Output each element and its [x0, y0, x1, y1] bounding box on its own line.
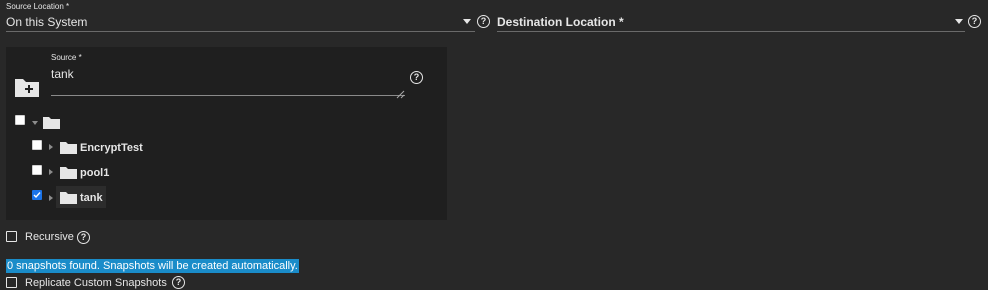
source-location-dropdown-icon[interactable]	[463, 19, 471, 24]
recursive-checkbox[interactable]	[6, 231, 17, 242]
replicate-custom-help-icon[interactable]: ?	[172, 276, 185, 289]
tree-item-label[interactable]: pool1	[80, 167, 109, 179]
snapshot-info: 0 snapshots found. Snapshots will be cre…	[6, 259, 299, 273]
expand-arrow-icon[interactable]	[32, 121, 38, 125]
expand-arrow-icon[interactable]	[49, 144, 53, 150]
tree-item-checkbox[interactable]	[32, 190, 42, 200]
expand-arrow-icon[interactable]	[49, 195, 53, 201]
folder-icon	[60, 166, 77, 184]
tree-item-label[interactable]: tank	[80, 192, 103, 204]
tree-item-checkbox[interactable]	[32, 165, 42, 175]
folder-icon	[60, 191, 77, 209]
resize-grip-icon[interactable]	[396, 86, 405, 104]
destination-location-placeholder[interactable]: Destination Location *	[497, 15, 624, 29]
source-field-underline	[51, 95, 405, 96]
folder-icon	[60, 141, 77, 159]
expand-arrow-icon[interactable]	[49, 169, 53, 175]
recursive-help-icon[interactable]: ?	[77, 231, 90, 244]
source-location-label: Source Location *	[6, 2, 70, 11]
source-location-value[interactable]: On this System	[6, 15, 87, 29]
recursive-label[interactable]: Recursive	[25, 231, 74, 243]
destination-location-dropdown-icon[interactable]	[955, 19, 963, 24]
folder-add-icon[interactable]	[14, 76, 40, 103]
tree-item-label[interactable]: EncryptTest	[80, 142, 143, 154]
destination-location-help-icon[interactable]: ?	[968, 15, 981, 28]
folder-icon	[43, 116, 60, 134]
source-location-underline	[6, 31, 475, 32]
source-field-label: Source *	[51, 53, 82, 62]
source-location-help-icon[interactable]: ?	[477, 15, 490, 28]
replicate-custom-checkbox[interactable]	[6, 277, 17, 288]
source-help-icon[interactable]: ?	[410, 71, 423, 84]
replicate-custom-label[interactable]: Replicate Custom Snapshots	[25, 277, 167, 289]
tree-root-checkbox[interactable]	[15, 115, 25, 125]
source-field-value[interactable]: tank	[51, 67, 74, 81]
tree-item-checkbox[interactable]	[32, 140, 42, 150]
destination-location-underline	[497, 31, 965, 32]
